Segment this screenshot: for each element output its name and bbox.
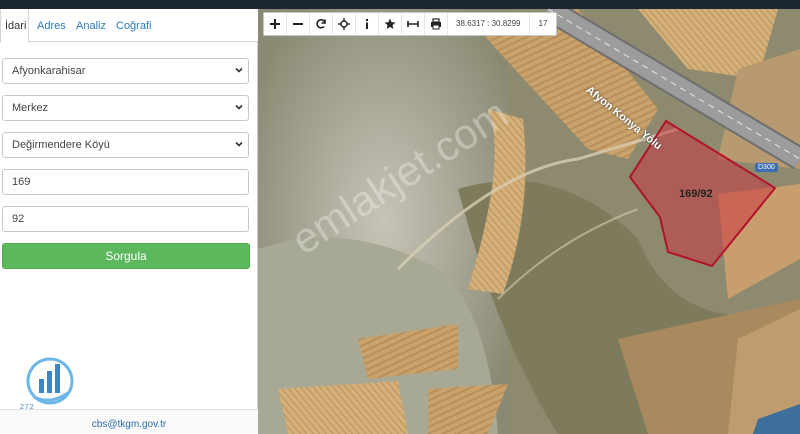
province-select[interactable]: Afyonkarahisar	[2, 58, 249, 84]
star-icon	[384, 18, 396, 29]
parcel-number-input[interactable]: 92	[2, 206, 249, 232]
parcel-number-value: 92	[12, 213, 25, 225]
left-panel: İdari Adres Analiz Coğrafi Afyonkarahisa…	[0, 9, 258, 434]
print-button[interactable]	[425, 13, 448, 35]
block-number-input[interactable]: 169	[2, 169, 249, 195]
bookmark-button[interactable]	[379, 13, 402, 35]
chevron-down-icon	[235, 141, 243, 147]
zoom-level: 17	[538, 19, 548, 28]
parcel-label: 169/92	[679, 188, 713, 200]
chevron-down-icon	[235, 104, 243, 110]
block-number-value: 169	[12, 176, 31, 188]
print-icon	[431, 18, 441, 30]
locate-button[interactable]	[333, 13, 356, 35]
chevron-down-icon	[235, 67, 243, 73]
map-view[interactable]: emlakjet.com Afyon Konya Yolu D300 169/9…	[258, 9, 800, 434]
crosshair-icon	[338, 18, 350, 30]
query-button[interactable]: Sorgula	[2, 243, 250, 269]
measure-icon	[407, 21, 419, 27]
neighborhood-select[interactable]: Değirmendere Köyü	[2, 132, 249, 158]
refresh-button[interactable]	[310, 13, 333, 35]
tab-analiz[interactable]: Analiz	[72, 9, 110, 42]
coordinate-readout: 38.6317 : 30.8299	[448, 13, 530, 35]
info-button[interactable]	[356, 13, 379, 35]
measure-button[interactable]	[402, 13, 425, 35]
province-select-value: Afyonkarahisar	[12, 65, 86, 77]
footer-email[interactable]: cbs@tkgm.gov.tr	[0, 409, 258, 434]
tab-bar: İdari Adres Analiz Coğrafi	[0, 9, 258, 43]
tab-idari[interactable]: İdari	[0, 9, 29, 43]
plus-icon	[270, 19, 280, 29]
info-icon	[365, 18, 369, 29]
map-toolbar: 38.6317 : 30.8299 17	[263, 12, 558, 36]
road-code-badge: D300	[755, 163, 778, 172]
zoom-in-button[interactable]	[264, 13, 287, 35]
district-select-value: Merkez	[12, 102, 49, 114]
minus-icon	[293, 23, 303, 25]
district-select[interactable]: Merkez	[2, 95, 249, 121]
zoom-out-button[interactable]	[287, 13, 310, 35]
tab-adres[interactable]: Adres	[33, 9, 70, 42]
tab-cografi[interactable]: Coğrafi	[112, 9, 155, 42]
refresh-icon	[316, 19, 326, 29]
neighborhood-select-value: Değirmendere Köyü	[12, 139, 110, 151]
top-bar	[0, 0, 800, 9]
